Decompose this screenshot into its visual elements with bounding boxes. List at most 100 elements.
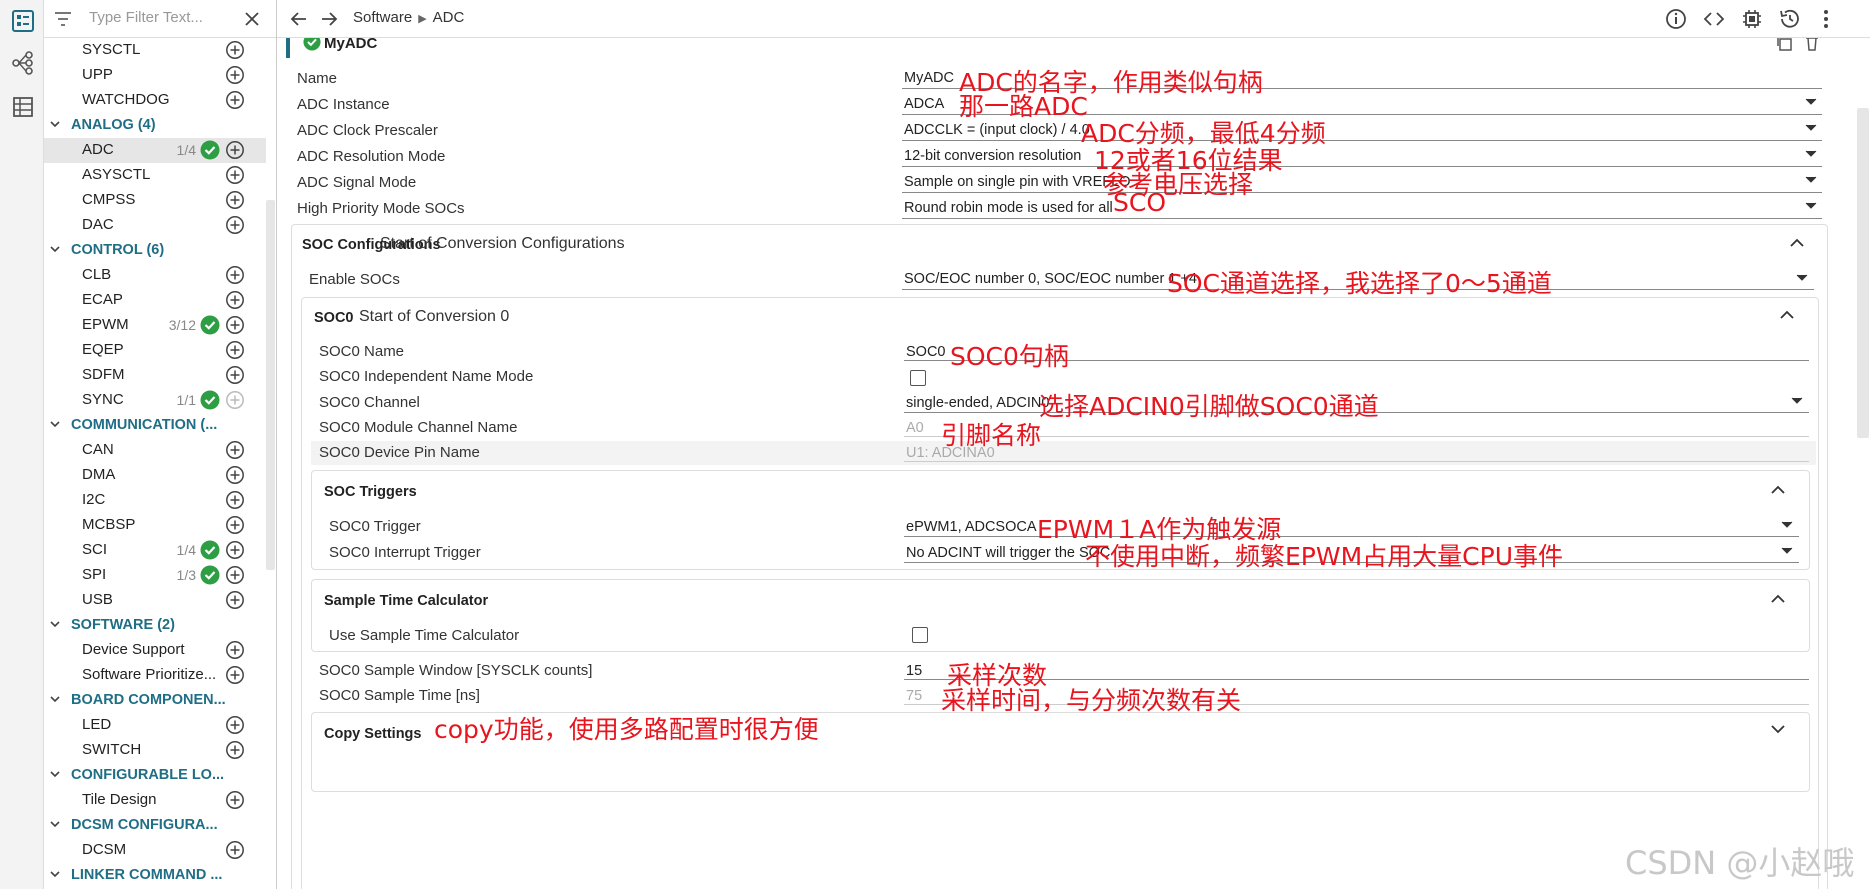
chevron-down-icon[interactable] xyxy=(1805,176,1817,184)
tree-category[interactable]: CONFIGURABLE LO... xyxy=(44,763,266,788)
tree-item[interactable]: SWITCH xyxy=(44,738,266,763)
tree-item[interactable]: SPI 1/3 xyxy=(44,563,266,588)
info-icon[interactable] xyxy=(1664,7,1688,31)
soc0-trigger-select[interactable]: ePWM1, ADCSOCA xyxy=(906,519,1037,535)
tree-item[interactable]: Tile Design xyxy=(44,788,266,813)
resolution-select[interactable]: 12-bit conversion resolution xyxy=(904,148,1081,164)
add-instance-icon[interactable] xyxy=(225,190,245,210)
expand-chevron-icon[interactable] xyxy=(1771,724,1785,734)
tree-item[interactable]: I2C xyxy=(44,488,266,513)
tree-category[interactable]: DCSM CONFIGURA... xyxy=(44,813,266,838)
tree-category[interactable]: COMMUNICATION (... xyxy=(44,413,266,438)
tree-item[interactable]: DMA xyxy=(44,463,266,488)
collapse-chevron-icon[interactable] xyxy=(1771,594,1785,604)
priority-select[interactable]: Round robin mode is used for all xyxy=(904,200,1113,216)
tree-item[interactable]: USB xyxy=(44,588,266,613)
filter-icon[interactable] xyxy=(54,11,72,27)
forward-arrow-icon[interactable] xyxy=(317,7,341,31)
chevron-down-icon[interactable] xyxy=(1796,274,1808,282)
tree-item[interactable]: SCI 1/4 xyxy=(44,538,266,563)
tree-item[interactable]: CAN xyxy=(44,438,266,463)
chevron-down-icon[interactable] xyxy=(1791,397,1803,405)
add-instance-icon[interactable] xyxy=(225,490,245,510)
add-instance-icon[interactable] xyxy=(225,515,245,535)
add-instance-icon[interactable] xyxy=(225,440,245,460)
table-view-icon[interactable] xyxy=(10,94,36,120)
filter-input[interactable]: Type Filter Text... xyxy=(89,9,203,26)
add-instance-icon[interactable] xyxy=(225,640,245,660)
chevron-down-icon[interactable] xyxy=(1805,150,1817,158)
chevron-down-icon[interactable] xyxy=(49,418,61,430)
collapse-chevron-icon[interactable] xyxy=(1780,310,1794,320)
tree-item[interactable]: SYNC 1/1 xyxy=(44,388,266,413)
soc0-channel-select[interactable]: single-ended, ADCIN0 xyxy=(906,395,1049,411)
add-instance-icon[interactable] xyxy=(225,340,245,360)
sample-window-field[interactable]: 15 xyxy=(906,663,922,679)
chip-icon[interactable] xyxy=(1740,7,1764,31)
outline-view-icon[interactable] xyxy=(10,8,36,34)
chevron-down-icon[interactable] xyxy=(1805,124,1817,132)
add-instance-icon[interactable] xyxy=(225,315,245,335)
tree-item[interactable]: EPWM 3/12 xyxy=(44,313,266,338)
soc0-name-field[interactable]: SOC0 xyxy=(906,344,946,360)
tree-item[interactable]: DCSM xyxy=(44,838,266,863)
tree-item[interactable]: ASYSCTL xyxy=(44,163,266,188)
tree-item[interactable]: UPP xyxy=(44,63,266,88)
chevron-down-icon[interactable] xyxy=(1781,547,1793,555)
add-instance-icon[interactable] xyxy=(225,465,245,485)
add-instance-icon[interactable] xyxy=(225,365,245,385)
hierarchy-icon[interactable] xyxy=(10,50,36,76)
tree-item[interactable]: MCBSP xyxy=(44,513,266,538)
tree-item[interactable]: CMPSS xyxy=(44,188,266,213)
add-instance-icon[interactable] xyxy=(225,65,245,85)
tree-item[interactable]: DAC xyxy=(44,213,266,238)
more-options-icon[interactable] xyxy=(1814,7,1838,31)
tree-category[interactable]: ANALOG (4) xyxy=(44,113,266,138)
code-view-icon[interactable] xyxy=(1702,7,1726,31)
add-instance-icon[interactable] xyxy=(225,590,245,610)
add-instance-icon[interactable] xyxy=(225,790,245,810)
add-instance-icon[interactable] xyxy=(225,215,245,235)
add-instance-icon[interactable] xyxy=(225,840,245,860)
use-calc-checkbox[interactable] xyxy=(912,627,928,643)
chevron-down-icon[interactable] xyxy=(1805,202,1817,210)
soc0-interrupt-select[interactable]: No ADCINT will trigger the SOC xyxy=(906,545,1110,561)
tree-category[interactable]: BOARD COMPONEN... xyxy=(44,688,266,713)
sidebar-scrollbar[interactable] xyxy=(266,200,275,570)
add-instance-icon[interactable] xyxy=(225,565,245,585)
prescaler-select[interactable]: ADCCLK = (input clock) / 4.0 xyxy=(904,122,1090,138)
tree-item[interactable]: WATCHDOG xyxy=(44,88,266,113)
main-scrollbar[interactable] xyxy=(1857,108,1869,438)
chevron-down-icon[interactable] xyxy=(49,768,61,780)
tree-item[interactable]: ADC 1/4 xyxy=(44,138,266,163)
chevron-down-icon[interactable] xyxy=(1781,521,1793,529)
tree-category[interactable]: CONTROL (6) xyxy=(44,238,266,263)
tree-item[interactable]: Software Prioritize... xyxy=(44,663,266,688)
chevron-down-icon[interactable] xyxy=(49,118,61,130)
tree-item[interactable]: LED xyxy=(44,713,266,738)
add-instance-icon[interactable] xyxy=(225,715,245,735)
tree-item[interactable]: Device Support xyxy=(44,638,266,663)
add-instance-icon[interactable] xyxy=(225,665,245,685)
soc0-indep-checkbox[interactable] xyxy=(910,370,926,386)
chevron-down-icon[interactable] xyxy=(49,618,61,630)
add-instance-icon[interactable] xyxy=(225,140,245,160)
breadcrumb-parent[interactable]: Software xyxy=(353,9,412,26)
chevron-down-icon[interactable] xyxy=(49,693,61,705)
add-instance-icon[interactable] xyxy=(225,90,245,110)
history-icon[interactable] xyxy=(1778,7,1802,31)
delete-instance-icon[interactable] xyxy=(1803,38,1821,52)
adc-instance-select[interactable]: ADCA xyxy=(904,96,944,112)
tree-item[interactable]: CLB xyxy=(44,263,266,288)
copy-instance-icon[interactable] xyxy=(1775,38,1793,52)
tree-category[interactable]: SOFTWARE (2) xyxy=(44,613,266,638)
tree-item[interactable]: SDFM xyxy=(44,363,266,388)
tree-item[interactable]: ECAP xyxy=(44,288,266,313)
add-instance-icon[interactable] xyxy=(225,165,245,185)
add-instance-icon[interactable] xyxy=(225,40,245,60)
enable-socs-select[interactable]: SOC/EOC number 0, SOC/EOC number 1 +4 xyxy=(904,271,1197,287)
tree-category[interactable]: LINKER COMMAND ... xyxy=(44,863,266,888)
add-instance-icon[interactable] xyxy=(225,740,245,760)
chevron-down-icon[interactable] xyxy=(49,868,61,880)
back-arrow-icon[interactable] xyxy=(287,7,311,31)
